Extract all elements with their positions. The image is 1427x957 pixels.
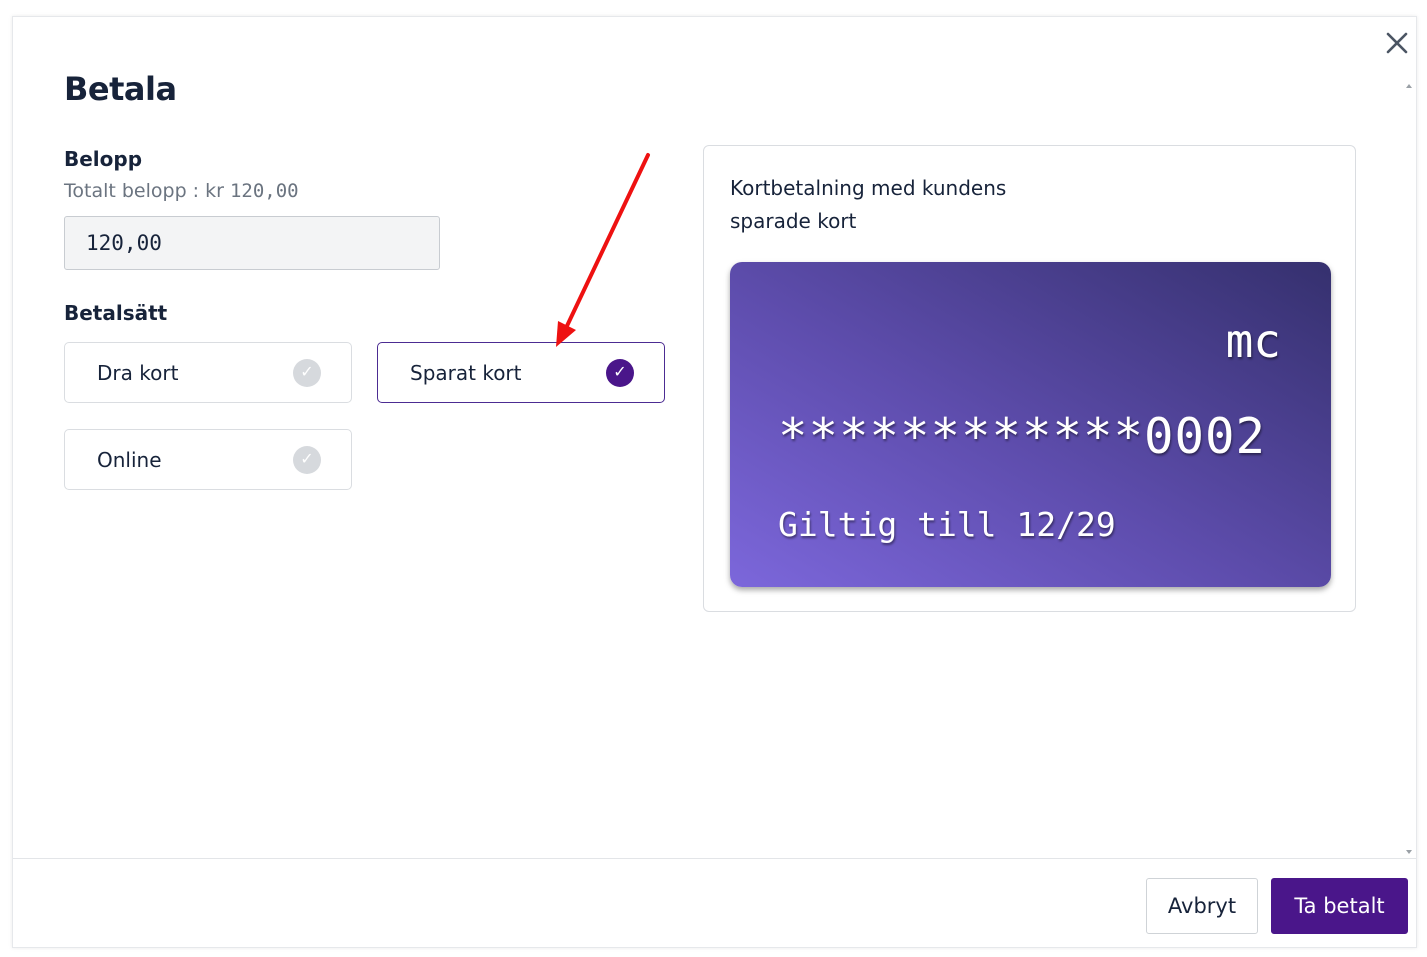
cancel-button[interactable]: Avbryt bbox=[1146, 878, 1258, 934]
check-icon: ✓ bbox=[293, 359, 321, 387]
check-icon: ✓ bbox=[293, 446, 321, 474]
saved-card-description: Kortbetalning med kundens sparade kort bbox=[730, 176, 1007, 233]
take-payment-button[interactable]: Ta betalt bbox=[1271, 878, 1408, 934]
card-number: ************0002 bbox=[778, 408, 1267, 465]
amount-input[interactable] bbox=[64, 216, 440, 270]
scroll-up-icon[interactable] bbox=[1405, 77, 1413, 88]
payment-option-saved-card[interactable]: Sparat kort ✓ bbox=[377, 342, 665, 403]
saved-card: mc ************0002 Giltig till 12/29 bbox=[730, 262, 1331, 587]
saved-card-panel: Kortbetalning med kundens sparade kort m… bbox=[703, 145, 1356, 612]
dialog-title: Betala bbox=[64, 70, 177, 108]
total-amount-text: Totalt belopp : kr 120,00 bbox=[64, 180, 299, 202]
card-expiry: Giltig till 12/29 bbox=[778, 505, 1116, 544]
payment-option-label: Sparat kort bbox=[410, 361, 522, 385]
payment-option-label: Dra kort bbox=[97, 361, 179, 385]
total-amount-value: 120,00 bbox=[229, 180, 299, 202]
total-amount-prefix: Totalt belopp : kr bbox=[64, 180, 230, 202]
payment-option-label: Online bbox=[97, 448, 162, 472]
payment-method-label: Betalsätt bbox=[64, 301, 168, 325]
footer-divider bbox=[13, 858, 1416, 859]
scroll-down-icon[interactable] bbox=[1405, 843, 1413, 854]
payment-option-swipe-card[interactable]: Dra kort ✓ bbox=[64, 342, 352, 403]
check-icon: ✓ bbox=[606, 359, 634, 387]
payment-dialog: Betala Belopp Totalt belopp : kr 120,00 … bbox=[12, 16, 1417, 948]
card-brand: mc bbox=[1225, 314, 1281, 368]
payment-option-online[interactable]: Online ✓ bbox=[64, 429, 352, 490]
close-icon[interactable] bbox=[1383, 29, 1411, 57]
amount-label: Belopp bbox=[64, 147, 143, 171]
